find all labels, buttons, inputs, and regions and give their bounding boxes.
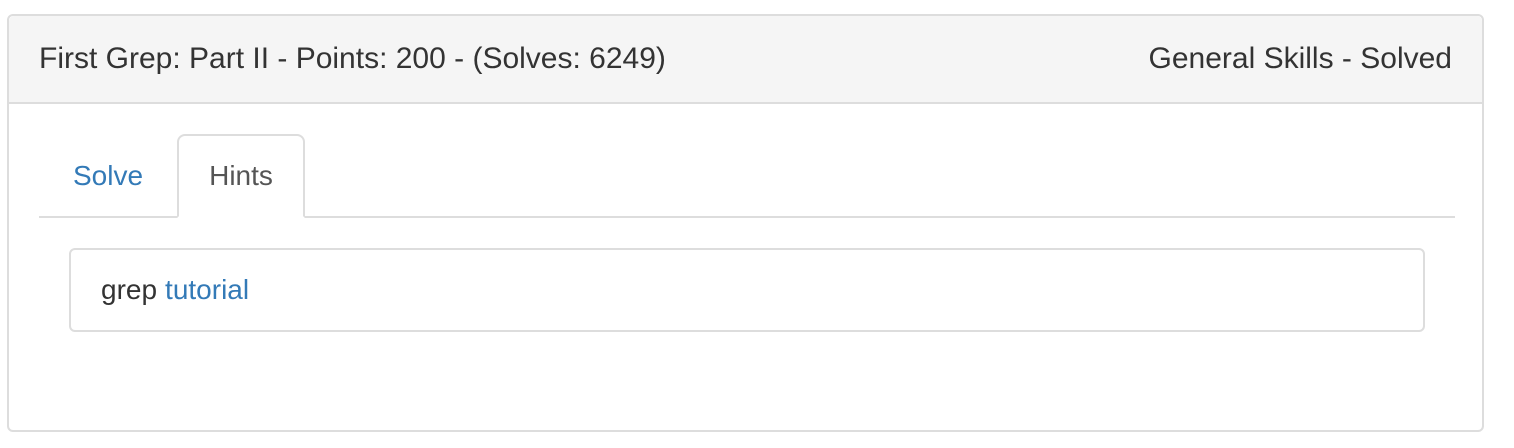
- hint-text: grep: [101, 274, 158, 305]
- challenge-title: First Grep: Part II - Points: 200 - (Sol…: [39, 42, 666, 75]
- tutorial-link[interactable]: tutorial: [165, 274, 249, 306]
- hint-box: grep tutorial: [69, 248, 1425, 332]
- tab-bar: Solve Hints: [39, 134, 1455, 218]
- challenge-category-status: General Skills - Solved: [1148, 42, 1452, 75]
- panel-heading: First Grep: Part II - Points: 200 - (Sol…: [9, 16, 1482, 104]
- tab-solve[interactable]: Solve: [39, 134, 177, 218]
- challenge-panel: First Grep: Part II - Points: 200 - (Sol…: [7, 14, 1484, 432]
- tab-hints[interactable]: Hints: [177, 134, 305, 218]
